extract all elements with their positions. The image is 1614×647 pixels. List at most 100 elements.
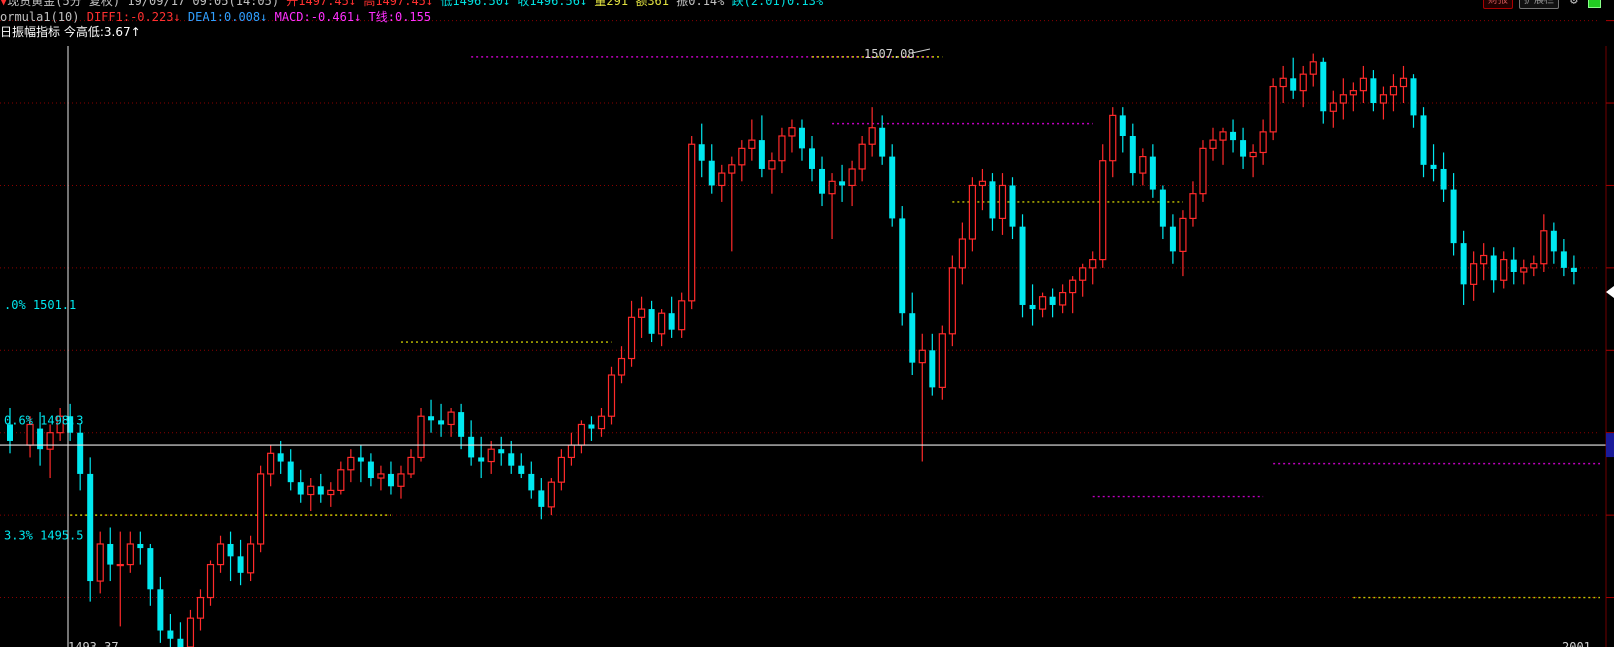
candle-body <box>1169 226 1176 252</box>
candle-body <box>1379 94 1388 104</box>
candle-body <box>37 428 44 450</box>
macd-value: MACD:-0.461↓ <box>274 10 362 24</box>
right-axis <box>1605 20 1614 647</box>
low-price-label: 1493.37 <box>68 640 119 647</box>
candle-body <box>728 164 736 174</box>
candle-body <box>1059 291 1067 306</box>
candle-body <box>257 473 265 545</box>
candle-body <box>858 143 866 170</box>
candle-body <box>1420 115 1427 165</box>
indicator-label: 日振幅指标 <box>0 25 61 39</box>
candle-body <box>147 548 154 590</box>
candle-body <box>929 350 936 388</box>
left-price-label: .0% 1501.1 <box>4 298 76 312</box>
candle-body <box>768 160 776 170</box>
candle-body <box>1450 189 1457 244</box>
candle-body <box>1530 263 1538 269</box>
candle-body <box>1189 193 1197 220</box>
candle-body <box>508 453 515 466</box>
candle-body <box>627 316 636 360</box>
candle-body <box>778 135 786 162</box>
formula-line[interactable]: ormula1(10) DIFF1:-0.223↓ DEA1:0.008↓ MA… <box>0 9 431 25</box>
candle-body <box>1339 94 1347 104</box>
current-price-marker <box>1606 433 1614 458</box>
candle-body <box>1199 147 1207 195</box>
candle-body <box>107 543 114 565</box>
quote-item: 收1496.56↓ <box>510 0 588 8</box>
candle-body <box>528 473 535 491</box>
candle-body <box>438 420 445 425</box>
candle-body <box>206 563 215 599</box>
quote-header: ▼现货黄金(5分 复权) 19/09/17 09:05(14:05) 开1497… <box>0 0 823 9</box>
candle-body <box>1490 255 1497 281</box>
candle-body <box>407 456 415 475</box>
candle-body <box>167 630 174 639</box>
candle-body <box>889 156 896 219</box>
candle-body <box>828 180 836 195</box>
candle-body <box>77 432 84 474</box>
candle-body <box>478 457 485 462</box>
candle-body <box>307 485 315 496</box>
candle-body <box>1329 102 1337 112</box>
candle-body <box>186 617 195 647</box>
candle-body <box>267 452 275 475</box>
candle-body <box>1309 61 1317 75</box>
candle-body <box>1179 217 1187 252</box>
formula-name[interactable]: ormula1(10) <box>0 10 79 24</box>
candle-body <box>387 473 394 487</box>
candle-body <box>177 638 184 647</box>
candle-body <box>468 436 475 458</box>
candle-body <box>1159 189 1166 227</box>
financial-report-button[interactable]: 财报 <box>1483 0 1513 9</box>
quote-item: 量291 <box>587 0 629 8</box>
green-status-icon[interactable] <box>1588 0 1601 8</box>
quote-item: 开1497.45↓ <box>279 0 357 8</box>
candle-body <box>617 357 626 376</box>
candle-body <box>968 184 977 240</box>
candle-body <box>879 127 886 157</box>
candle-body <box>1440 168 1447 190</box>
candle-body <box>1480 254 1488 265</box>
candle-body <box>1570 267 1577 272</box>
dea-value: DEA1:0.008↓ <box>187 10 268 24</box>
candle-body <box>1299 73 1307 92</box>
candlestick-chart[interactable]: 1507.08 1493.37 2001 .0% 1501.1 0.6% 1498.3 3… <box>0 0 1614 647</box>
candle-body <box>196 596 205 619</box>
candle-body <box>487 448 495 463</box>
diff-value: DIFF1:-0.223↓ <box>86 10 181 24</box>
candle-body <box>708 160 715 186</box>
left-price-label: 3.3% 1495.5 <box>4 529 83 543</box>
candle-body <box>287 461 294 483</box>
candle-body <box>698 144 705 161</box>
candle-body <box>978 180 987 187</box>
candle-body <box>1109 114 1117 162</box>
quote-item: 高1497.45↓ <box>356 0 434 8</box>
candle-body <box>397 473 405 487</box>
candle-body <box>557 456 565 483</box>
candle-body <box>1079 267 1087 281</box>
candle-body <box>738 147 746 166</box>
candle-body <box>1249 151 1257 158</box>
candle-body <box>1520 267 1528 273</box>
candle-body <box>1119 115 1126 136</box>
candle-body <box>1069 279 1077 294</box>
indicator-value: 今高低:3.67↑ <box>63 25 141 39</box>
candle-body <box>648 309 655 334</box>
candle-body <box>899 218 906 314</box>
candle-body <box>1129 135 1136 174</box>
candle-body <box>1139 155 1147 174</box>
candle-body <box>1009 185 1016 227</box>
candle-body <box>1460 243 1467 285</box>
candle-body <box>1029 304 1036 310</box>
candle-body <box>989 181 996 219</box>
candle-body <box>688 143 696 302</box>
candle-body <box>1209 139 1217 149</box>
candle-body <box>678 300 686 331</box>
candle-body <box>377 473 385 479</box>
candle-body <box>1560 251 1567 268</box>
gear-icon[interactable]: ⚙ <box>1570 0 1578 7</box>
candle-body <box>116 563 124 567</box>
candle-body <box>1230 131 1237 141</box>
extension-bar-button[interactable]: 扩展栏 <box>1519 0 1559 9</box>
candle-body <box>317 486 324 495</box>
